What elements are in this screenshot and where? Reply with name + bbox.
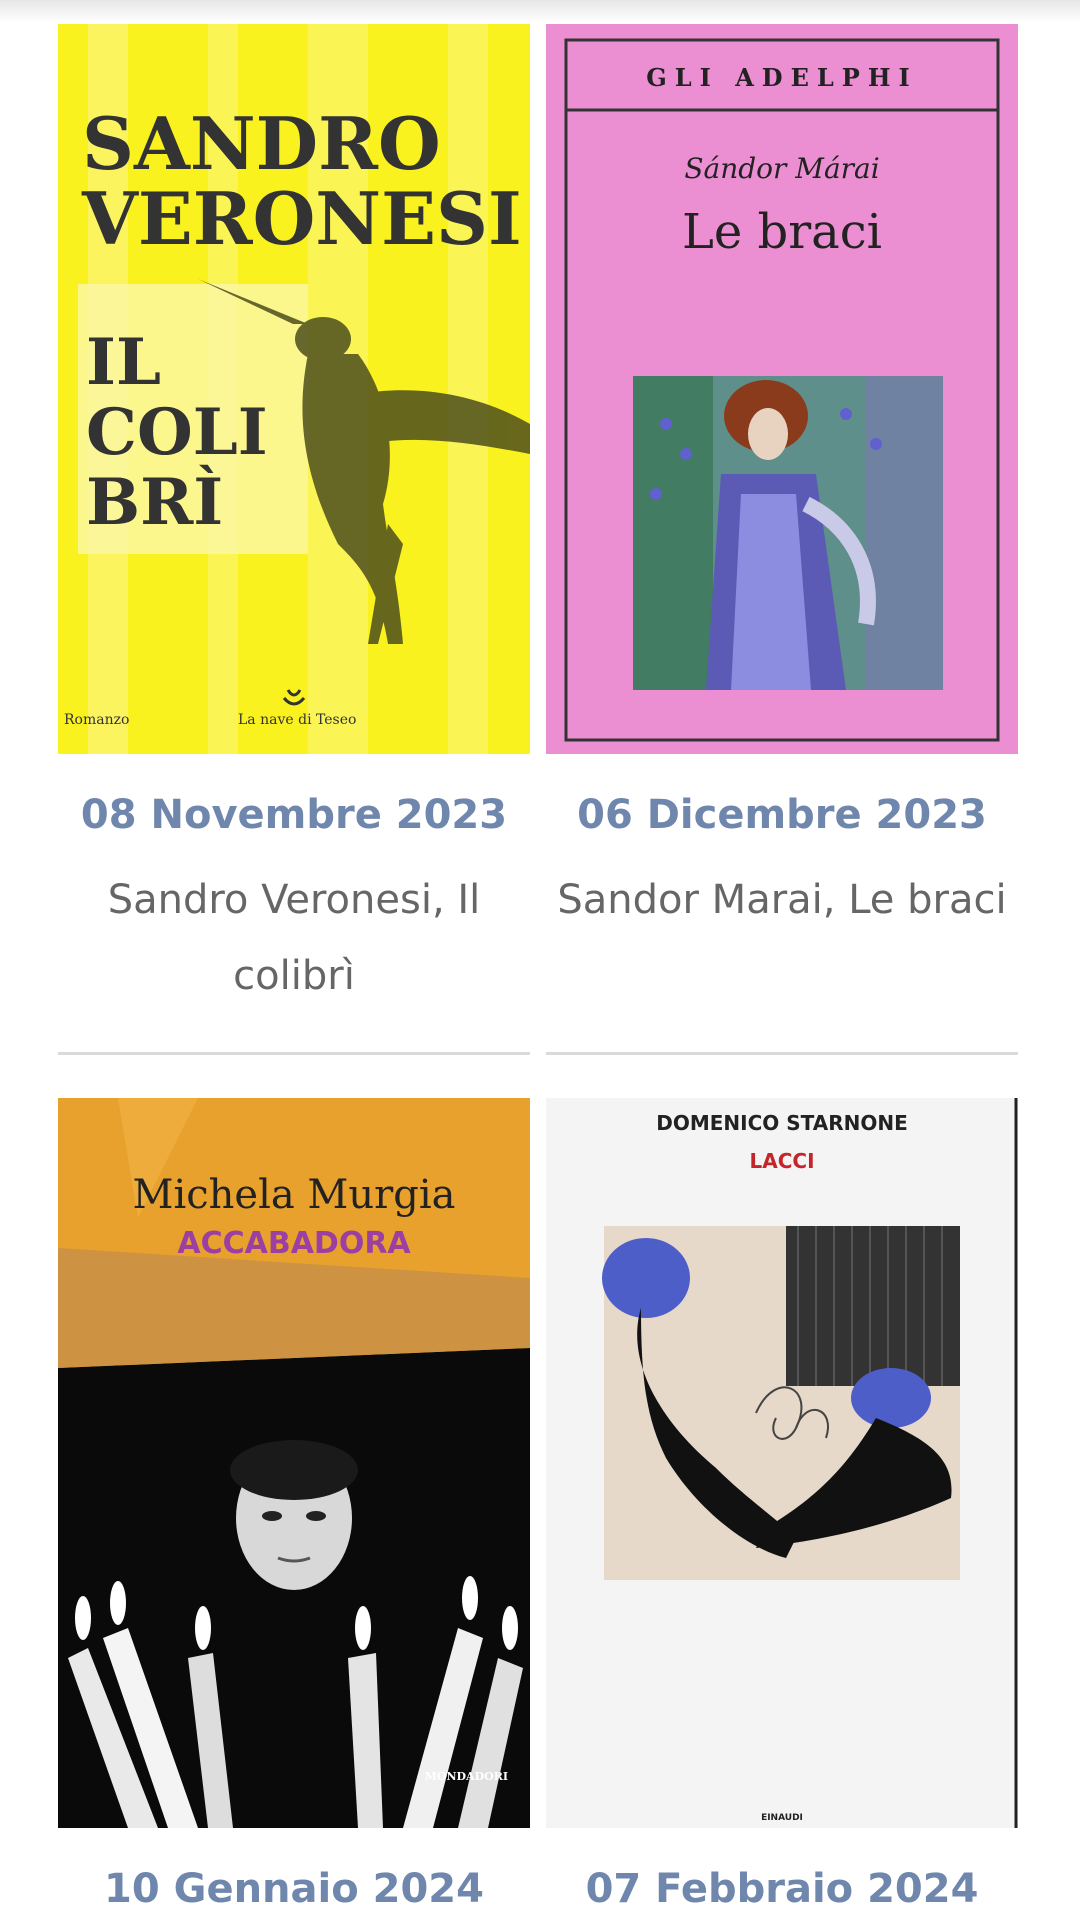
cover-author-line1: SANDRO: [82, 101, 441, 186]
event-date: 08 Novembre 2023: [80, 792, 508, 838]
book-cover-accabadora[interactable]: Michela Murgia ACCABADORA MONDADORI: [58, 1098, 530, 1828]
cover-title-line1: IL: [86, 325, 161, 400]
event-date: 06 Dicembre 2023: [577, 792, 987, 838]
event-card-accabadora[interactable]: Michela Murgia ACCABADORA MONDADORI 10 G…: [58, 1098, 530, 1920]
cover-publisher: MONDADORI: [425, 1770, 508, 1783]
cover-author: DOMENICO STARNONE: [656, 1111, 908, 1135]
top-shadow: [0, 0, 1080, 22]
card-divider: [58, 1052, 530, 1055]
book-cover-lacci[interactable]: DOMENICO STARNONE LACCI EINAUDI: [546, 1098, 1018, 1828]
cover-title: ACCABADORA: [177, 1226, 411, 1261]
event-card-lacci[interactable]: DOMENICO STARNONE LACCI EINAUDI 07 Febbr…: [546, 1098, 1018, 1920]
event-title[interactable]: Sandor Marai, Le braci: [546, 862, 1018, 938]
event-date: 10 Gennaio 2024: [104, 1866, 484, 1912]
cover-author: Sándor Márai: [684, 152, 879, 185]
event-card-le-braci[interactable]: GLI ADELPHI Sándor Márai Le braci 06 Dic…: [546, 24, 1018, 1055]
cover-title-line2: COLI: [86, 395, 268, 470]
cover-title: Le braci: [682, 204, 882, 260]
cover-title: LACCI: [749, 1149, 814, 1173]
cover-genre: Romanzo: [64, 712, 129, 728]
painting-illustration: [633, 376, 943, 690]
card-divider: [546, 1052, 1018, 1055]
event-date: 07 Febbraio 2024: [585, 1866, 979, 1912]
cover-title-line3: BRÌ: [86, 465, 223, 540]
event-card-colibri[interactable]: SANDRO VERONESI IL COLI BRÌ Romanzo La n…: [58, 24, 530, 1055]
cover-author: Michela Murgia: [132, 1172, 455, 1218]
book-cover-le-braci[interactable]: GLI ADELPHI Sándor Márai Le braci: [546, 24, 1018, 754]
cover-publisher: La nave di Teseo: [238, 712, 356, 728]
cover-series: GLI ADELPHI: [646, 63, 918, 92]
cover-publisher: EINAUDI: [761, 1813, 803, 1823]
shoes-illustration: [602, 1226, 960, 1580]
cover-author-line2: VERONESI: [81, 176, 522, 261]
book-cover-colibri[interactable]: SANDRO VERONESI IL COLI BRÌ Romanzo La n…: [58, 24, 530, 754]
event-title[interactable]: Sandro Veronesi, Il colibrì: [58, 862, 530, 1014]
